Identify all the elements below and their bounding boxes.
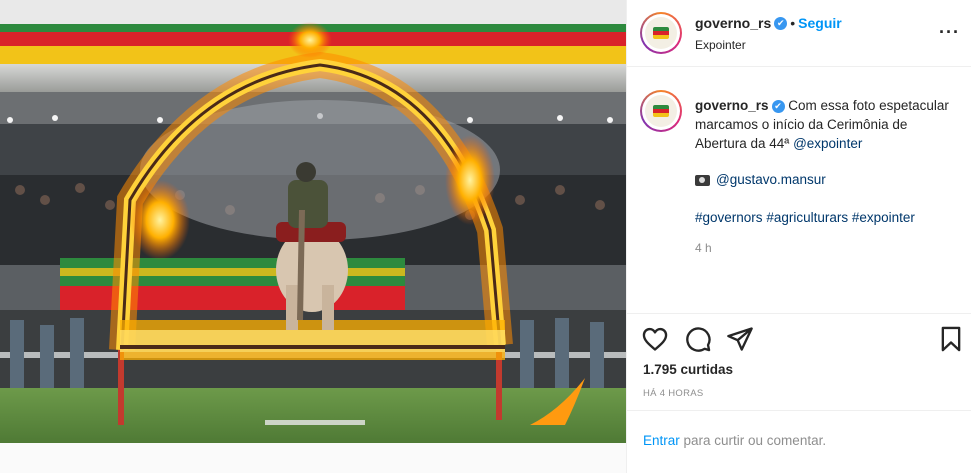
verified-badge-icon: ✔: [771, 99, 785, 113]
action-bar: 1.795 curtidas HÁ 4 HORAS: [627, 313, 971, 399]
mention-photographer[interactable]: @gustavo.mansur: [716, 172, 826, 187]
more-options-icon[interactable]: ···: [939, 22, 960, 43]
caption-username[interactable]: governo_rs: [695, 98, 769, 113]
post-photo: [0, 0, 626, 443]
camera-icon: [695, 174, 710, 186]
likes-count[interactable]: 1.795 curtidas: [643, 362, 733, 377]
horse-jumping-fire-ring-photo: [0, 0, 626, 443]
comments-area: governo_rs ✔ Com essa foto espetacular ma…: [627, 68, 971, 313]
flag-logo: [653, 105, 669, 117]
hashtag-link[interactable]: #expointer: [852, 210, 915, 225]
verified-badge-icon: ✔: [774, 17, 788, 31]
bookmark-icon[interactable]: [937, 325, 965, 353]
share-icon[interactable]: [726, 325, 754, 353]
location-link[interactable]: Expointer: [695, 38, 746, 52]
caption: governo_rs ✔ Com essa foto espetacular ma…: [695, 96, 957, 258]
post-header: governo_rs ✔ • Seguir Expointer ···: [627, 0, 971, 67]
heart-icon[interactable]: [641, 325, 669, 353]
hashtags: #governors #agriculturars #expointer: [695, 208, 957, 227]
header-user-line: governo_rs ✔ • Seguir: [695, 15, 842, 33]
comment-age: 4 h: [695, 241, 712, 255]
follow-button[interactable]: Seguir: [798, 15, 842, 31]
login-suffix: para curtir ou comentar.: [679, 433, 827, 448]
post-side-panel: governo_rs ✔ • Seguir Expointer ··· governo…: [626, 0, 971, 473]
caption-text-block: governo_rs ✔ Com essa foto espetacular ma…: [695, 96, 957, 153]
avatar-image: [645, 95, 677, 127]
mention-expointer[interactable]: @expointer: [793, 136, 862, 151]
avatar[interactable]: [640, 12, 682, 54]
photo-credit: @gustavo.mansur: [695, 170, 957, 189]
login-link[interactable]: Entrar: [643, 433, 680, 448]
login-prompt: Entrar para curtir ou comentar.: [627, 410, 971, 473]
avatar-image: [645, 17, 677, 49]
caption-avatar[interactable]: [640, 90, 682, 132]
hashtag-link[interactable]: #agriculturars: [766, 210, 848, 225]
hashtag-link[interactable]: #governors: [695, 210, 763, 225]
comment-icon[interactable]: [684, 325, 712, 353]
login-prompt-text: Entrar para curtir ou comentar.: [643, 433, 826, 448]
separator-dot: •: [790, 15, 796, 31]
flag-logo: [653, 27, 669, 39]
username-link[interactable]: governo_rs: [695, 15, 771, 31]
post-timestamp[interactable]: HÁ 4 HORAS: [643, 388, 704, 399]
